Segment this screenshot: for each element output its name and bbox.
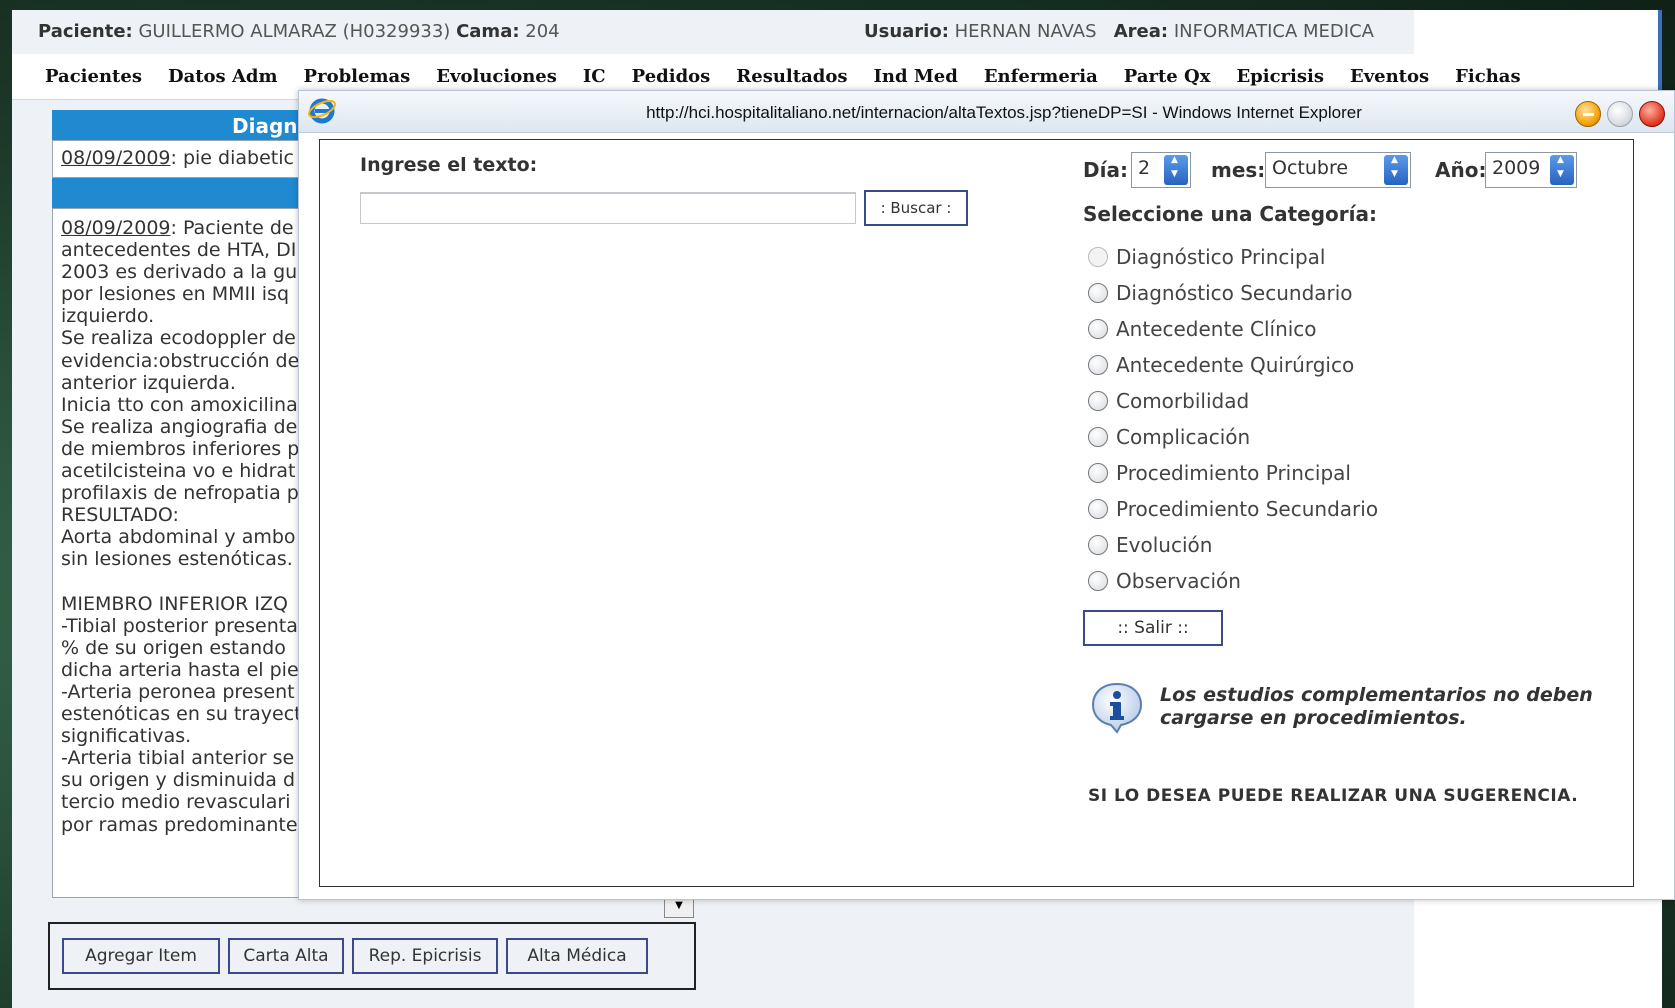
category-antecedente-quirurgico[interactable]: Antecedente Quirúrgico bbox=[1088, 350, 1488, 386]
category-procedimiento-secundario[interactable]: Procedimiento Secundario bbox=[1088, 494, 1488, 530]
category-label-8: Evolución bbox=[1116, 533, 1213, 557]
category-label-5: Complicación bbox=[1116, 425, 1251, 449]
nav-resultados[interactable]: Resultados bbox=[723, 66, 860, 87]
patient-info-bar: Paciente: GUILLERMO ALMARAZ (H0329933) C… bbox=[12, 10, 1414, 54]
popup-titlebar[interactable]: http://hci.hospitalitaliano.net/internac… bbox=[299, 91, 1674, 133]
category-label-4: Comorbilidad bbox=[1116, 389, 1250, 413]
nav-pedidos[interactable]: Pedidos bbox=[619, 66, 724, 87]
category-comorbilidad[interactable]: Comorbilidad bbox=[1088, 386, 1488, 422]
nav-fichas[interactable]: Fichas bbox=[1442, 66, 1533, 87]
dia-value: 2 bbox=[1138, 157, 1151, 179]
nav-datos-adm[interactable]: Datos Adm bbox=[155, 66, 291, 87]
nav-ic[interactable]: IC bbox=[570, 66, 619, 87]
sugerencia-link[interactable]: SI LO DESEA PUEDE REALIZAR UNA SUGERENCI… bbox=[1088, 786, 1578, 806]
category-label-1: Diagnóstico Secundario bbox=[1116, 281, 1353, 305]
minimize-icon[interactable] bbox=[1575, 101, 1601, 127]
nav-ind-med[interactable]: Ind Med bbox=[860, 66, 970, 87]
salir-button[interactable]: :: Salir :: bbox=[1083, 610, 1223, 646]
buscar-button[interactable]: : Buscar : bbox=[864, 190, 968, 226]
anio-select[interactable]: 2009 bbox=[1485, 152, 1577, 188]
nav-pacientes[interactable]: Pacientes bbox=[32, 66, 155, 87]
nav-eventos[interactable]: Eventos bbox=[1337, 66, 1442, 87]
anio-spinner-icon[interactable] bbox=[1550, 155, 1574, 185]
category-label-2: Antecedente Clínico bbox=[1116, 317, 1317, 341]
area-value: INFORMATICA MEDICA bbox=[1173, 21, 1374, 42]
mes-value: Octubre bbox=[1272, 157, 1349, 179]
category-label-6: Procedimiento Principal bbox=[1116, 461, 1351, 485]
minimize-glyph bbox=[1583, 113, 1594, 116]
category-label-7: Procedimiento Secundario bbox=[1116, 497, 1379, 521]
search-input[interactable] bbox=[360, 192, 856, 224]
radio-evolucion[interactable] bbox=[1088, 535, 1108, 555]
category-radio-list: Diagnóstico Principal Diagnóstico Secund… bbox=[1088, 242, 1488, 602]
action-buttons-box: Agregar Item Carta Alta Rep. Epicrisis A… bbox=[48, 922, 696, 990]
radio-complicacion[interactable] bbox=[1088, 427, 1108, 447]
maximize-icon[interactable] bbox=[1607, 101, 1633, 127]
category-antecedente-clinico[interactable]: Antecedente Clínico bbox=[1088, 314, 1488, 350]
info-icon bbox=[1091, 682, 1143, 734]
category-observacion[interactable]: Observación bbox=[1088, 566, 1488, 602]
category-procedimiento-principal[interactable]: Procedimiento Principal bbox=[1088, 458, 1488, 494]
category-label-0: Diagnóstico Principal bbox=[1116, 245, 1326, 269]
radio-antecedente-clinico[interactable] bbox=[1088, 319, 1108, 339]
cama-label: Cama: bbox=[456, 21, 520, 42]
popup-title-text: http://hci.hospitalitaliano.net/internac… bbox=[646, 103, 1362, 122]
dia-label: Día: bbox=[1083, 158, 1128, 182]
nav-enfermeria[interactable]: Enfermeria bbox=[971, 66, 1111, 87]
category-label-3: Antecedente Quirúrgico bbox=[1116, 353, 1355, 377]
dia-spinner-icon[interactable] bbox=[1164, 155, 1188, 185]
carta-alta-button[interactable]: Carta Alta bbox=[228, 938, 344, 974]
user-info: Usuario: HERNAN NAVAS Area: INFORMATICA … bbox=[864, 21, 1374, 42]
agregar-item-button[interactable]: Agregar Item bbox=[62, 938, 220, 974]
category-label: Seleccione una Categoría: bbox=[1083, 202, 1377, 226]
nav-parte-qx[interactable]: Parte Qx bbox=[1111, 66, 1224, 87]
notes-date-link[interactable]: 08/09/2009 bbox=[61, 217, 171, 239]
area-label: Area: bbox=[1113, 21, 1169, 42]
category-evolucion[interactable]: Evolución bbox=[1088, 530, 1488, 566]
paciente-value: GUILLERMO ALMARAZ (H0329933) bbox=[138, 21, 451, 42]
popup-body: Ingrese el texto: : Buscar : Día: 2 mes:… bbox=[319, 139, 1634, 887]
nav-evoluciones[interactable]: Evoluciones bbox=[423, 66, 570, 87]
radio-diagnostico-secundario[interactable] bbox=[1088, 283, 1108, 303]
info-message: Los estudios complementarios no deben ca… bbox=[1160, 684, 1593, 729]
nav-problemas[interactable]: Problemas bbox=[291, 66, 424, 87]
paciente-label: Paciente: bbox=[38, 21, 133, 42]
mes-spinner-icon[interactable] bbox=[1384, 155, 1408, 185]
search-label: Ingrese el texto: bbox=[360, 154, 538, 176]
usuario-value: HERNAN NAVAS bbox=[954, 21, 1097, 42]
radio-procedimiento-principal[interactable] bbox=[1088, 463, 1108, 483]
radio-comorbilidad[interactable] bbox=[1088, 391, 1108, 411]
mes-select[interactable]: Octubre bbox=[1265, 152, 1411, 188]
notes-first: : Paciente de bbox=[170, 217, 294, 239]
nav-epicrisis[interactable]: Epicrisis bbox=[1223, 66, 1337, 87]
cama-value: 204 bbox=[525, 21, 560, 42]
ie-popup-window: http://hci.hospitalitaliano.net/internac… bbox=[298, 90, 1675, 900]
anio-value: 2009 bbox=[1492, 157, 1541, 179]
radio-procedimiento-secundario[interactable] bbox=[1088, 499, 1108, 519]
anio-label: Año: bbox=[1435, 158, 1487, 182]
usuario-label: Usuario: bbox=[864, 21, 949, 42]
diag-date-link[interactable]: 08/09/2009 bbox=[61, 147, 171, 169]
radio-diagnostico-principal bbox=[1088, 247, 1108, 267]
blue-edge bbox=[1658, 10, 1662, 90]
category-diagnostico-secundario[interactable]: Diagnóstico Secundario bbox=[1088, 278, 1488, 314]
category-label-9: Observación bbox=[1116, 569, 1241, 593]
date-row: Día: 2 mes: Octubre Año: 2009 bbox=[1083, 150, 1623, 190]
category-complicacion[interactable]: Complicación bbox=[1088, 422, 1488, 458]
mes-label: mes: bbox=[1211, 158, 1266, 182]
dia-select[interactable]: 2 bbox=[1131, 152, 1191, 188]
diag-text: : pie diabetic bbox=[170, 147, 294, 169]
radio-antecedente-quirurgico[interactable] bbox=[1088, 355, 1108, 375]
alta-medica-button[interactable]: Alta Médica bbox=[506, 938, 648, 974]
close-icon[interactable] bbox=[1639, 101, 1665, 127]
rep-epicrisis-button[interactable]: Rep. Epicrisis bbox=[352, 938, 498, 974]
category-diagnostico-principal: Diagnóstico Principal bbox=[1088, 242, 1488, 278]
radio-observacion[interactable] bbox=[1088, 571, 1108, 591]
